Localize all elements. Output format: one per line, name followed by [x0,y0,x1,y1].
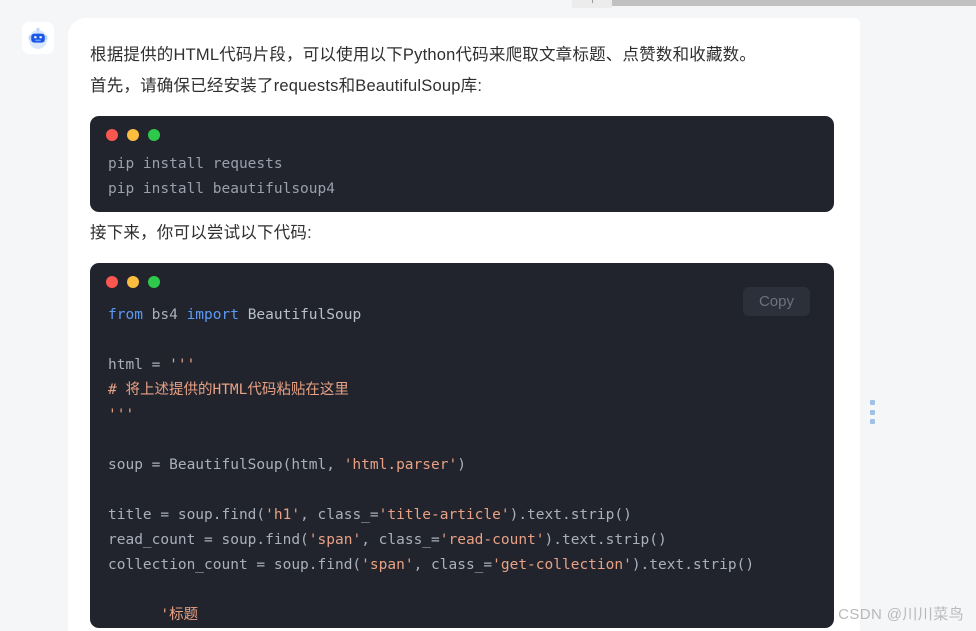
new-tab-button[interactable] [572,0,612,8]
assistant-message-card: 根据提供的HTML代码片段，可以使用以下Python代码来爬取文章标题、点赞数和… [68,18,860,631]
code-token: ).text.strip() [544,532,667,548]
robot-assistant-icon [28,27,48,49]
handle-dot-1 [869,400,875,405]
avatar [22,22,54,54]
message-paragraph-1: 根据提供的HTML代码片段，可以使用以下Python代码来爬取文章标题、点赞数和… [90,46,757,95]
window-dot-red-icon [106,129,118,141]
handle-dot-2 [869,409,875,415]
code-token: 'title-article' [378,507,510,523]
code-token: ) [457,457,466,473]
code-token: collection_count = soup.find( [108,557,362,573]
code-token: bs4 [142,307,187,323]
code-token: 'get-collection' [492,557,632,573]
window-dot-red-icon-2 [106,276,118,288]
window-dot-amber-icon [127,129,139,141]
code-token: BeautifulSoup [238,307,362,323]
code-token: read_count = soup.find( [108,532,309,548]
code-token: 'span' [361,557,414,573]
code-token: 'h1' [265,507,301,523]
code-token: ).text.strip() [631,557,755,573]
code-token: ''' [169,357,196,373]
code-token: 'html.parser' [343,457,458,473]
code-token: ''' [108,407,135,423]
handle-dot-3 [869,419,875,424]
browser-top-strip [0,0,976,18]
code-token: 'read-count' [439,532,545,548]
vertical-dots-drag-handle-icon[interactable] [869,400,875,424]
python-code-text: from bs4 import BeautifulSoup html = '''… [90,263,834,628]
code-token: ).text.strip() [509,507,632,523]
code-token: , class_= [413,557,493,573]
message-paragraph-2: 接下来，你可以尝试以下代码: [90,224,312,242]
code-token: html = [108,357,170,373]
code-block-shell: pip install requests pip install beautif… [90,116,834,212]
code-token: soup = BeautifulSoup(html, [108,457,344,473]
window-dot-amber-icon-2 [127,276,139,288]
code-token: # 将上述提供的HTML代码粘贴在这里 [108,382,349,398]
copy-code-button[interactable]: Copy [742,287,810,316]
browser-toolbar-bar [612,0,976,6]
window-dot-green-icon-2 [148,276,160,288]
code-token: from [108,307,143,323]
window-dot-green-icon [148,129,160,141]
window-dots-group-2 [106,276,160,288]
code-token: '标题 [108,607,199,623]
code-token: , class_= [361,532,440,548]
window-dots-group [106,129,160,141]
code-token: title = soup.find( [108,507,266,523]
code-block-python: Copy from bs4 import BeautifulSoup html … [90,263,834,628]
code-token: , class_= [300,507,379,523]
shell-code-text: pip install requests pip install beautif… [108,156,335,197]
code-token: 'span' [308,532,362,548]
code-token: import [186,307,239,323]
